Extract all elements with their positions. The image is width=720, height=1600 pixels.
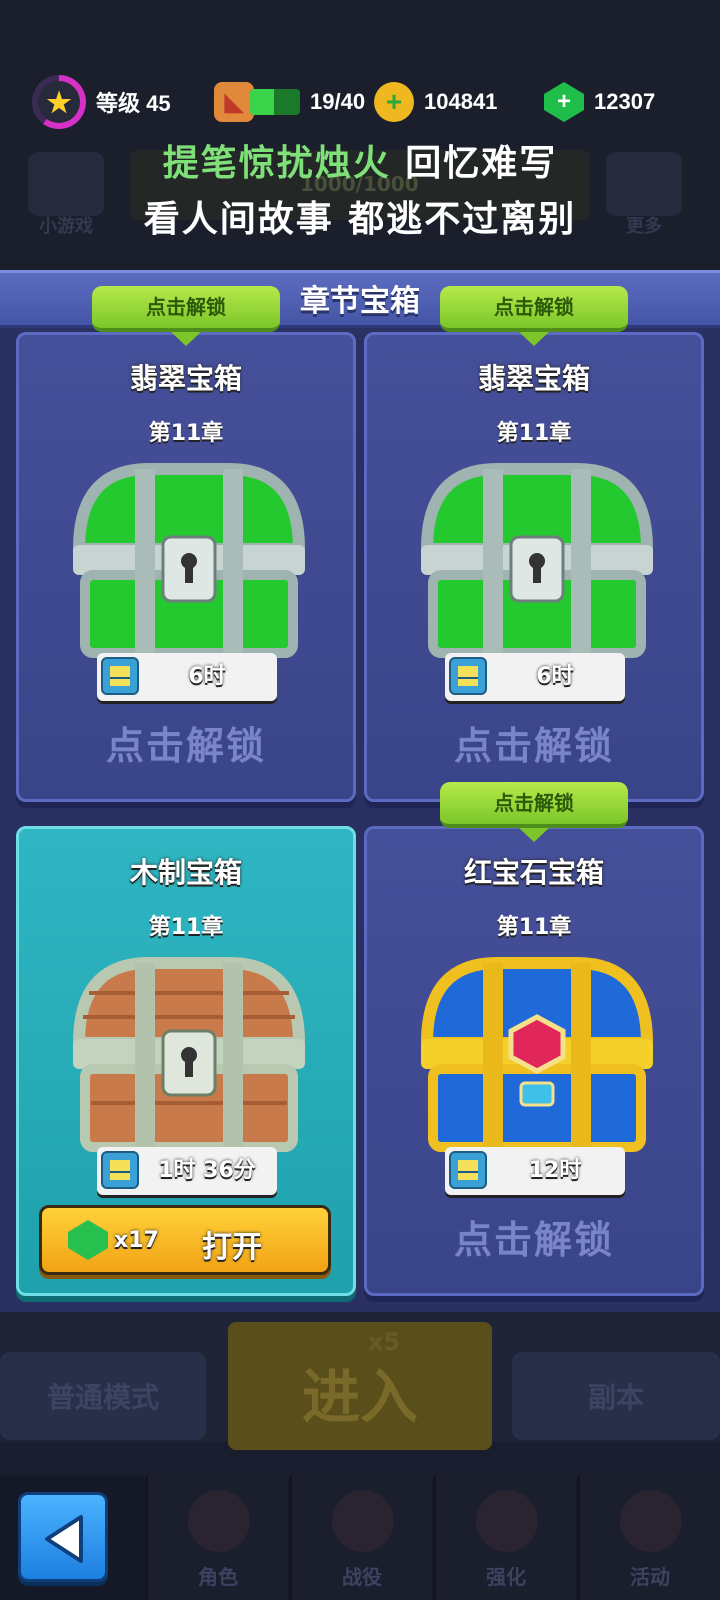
unlock-ribbon-1[interactable]: 点击解锁	[92, 286, 280, 346]
level-text: 等级 45	[96, 91, 171, 116]
chest-card-emerald-1[interactable]: 翡翠宝箱 第11章 6时 点击解锁	[16, 332, 356, 802]
unlock-text: 点击解锁	[453, 724, 614, 768]
bottom-nav: 角色 战役 强化 活动	[0, 1476, 720, 1600]
back-button[interactable]	[18, 1492, 108, 1582]
nav-events[interactable]: 活动	[578, 1476, 720, 1600]
campaign-icon	[332, 1490, 394, 1552]
chest-chapter: 第11章	[148, 915, 224, 940]
coin-text: 104841	[424, 89, 498, 114]
enter-cost: x5	[368, 1328, 401, 1356]
unlock-text: 点击解锁	[453, 1218, 614, 1262]
hourglass-icon	[101, 657, 139, 695]
trophy-icon	[620, 1490, 682, 1552]
resource-bar: ★ 等级 45 ◣ 19/40 + 104841 + 12307	[0, 72, 720, 132]
nav-upgrade[interactable]: 强化	[434, 1476, 576, 1600]
energy-bar	[250, 89, 300, 115]
hourglass-icon	[449, 657, 487, 695]
open-chest-button[interactable]: x17 打开	[39, 1205, 331, 1275]
chest-card-wooden[interactable]: 木制宝箱 第11章 1时 36分 x17 打开	[16, 826, 356, 1296]
lyric-line-1: 提笔惊扰烛火 回忆难写	[0, 134, 720, 186]
nav-label: 活动	[630, 1565, 670, 1589]
star-icon: ★	[38, 81, 80, 123]
ruby-chest-icon	[420, 957, 654, 1152]
chest-card-emerald-2[interactable]: 翡翠宝箱 第11章 6时 点击解锁	[364, 332, 704, 802]
normal-mode-button[interactable]: 普通模式	[0, 1352, 206, 1440]
pizza-energy-icon: ◣	[214, 82, 254, 122]
chest-name: 翡翠宝箱	[129, 362, 242, 395]
timer-text: 6时	[188, 664, 226, 689]
chest-chapter: 第11章	[496, 421, 572, 446]
gem-plus-icon: +	[544, 82, 584, 122]
dungeon-button[interactable]: 副本	[512, 1352, 720, 1440]
timer-text: 6时	[536, 664, 574, 689]
energy-text: 19/40	[310, 89, 366, 114]
gem-counter[interactable]: + 12307	[544, 80, 655, 124]
chest-timer: 1时 36分	[97, 1147, 277, 1195]
emerald-chest-icon	[72, 463, 306, 658]
hourglass-icon	[101, 1151, 139, 1189]
timer-text: 1时 36分	[158, 1158, 256, 1183]
character-icon	[188, 1490, 250, 1552]
energy-counter[interactable]: ◣ 19/40	[214, 80, 365, 124]
chest-timer: 6时	[97, 653, 277, 701]
upgrade-icon	[476, 1490, 538, 1552]
energy-fill	[250, 89, 274, 115]
nav-character[interactable]: 角色	[146, 1476, 288, 1600]
player-level[interactable]: ★ 等级 45	[32, 75, 171, 129]
unlock-ribbon-4[interactable]: 点击解锁	[440, 782, 628, 842]
back-arrow-icon	[45, 1515, 83, 1563]
hourglass-icon	[449, 1151, 487, 1189]
enter-button[interactable]: x5 进入	[228, 1322, 492, 1450]
nav-label: 强化	[486, 1565, 526, 1589]
lyric-line-1-white: 回忆难写	[405, 143, 558, 184]
chest-timer: 12时	[445, 1147, 625, 1195]
chest-name: 红宝石宝箱	[463, 856, 604, 889]
chest-name: 翡翠宝箱	[477, 362, 590, 395]
chest-timer: 6时	[445, 653, 625, 701]
gem-text: 12307	[594, 89, 656, 114]
level-progress-ring: ★	[32, 75, 86, 129]
nav-campaign[interactable]: 战役	[290, 1476, 432, 1600]
coin-counter[interactable]: + 104841	[374, 80, 497, 124]
emerald-chest-icon	[420, 463, 654, 658]
unlock-ribbon-2[interactable]: 点击解锁	[440, 286, 628, 346]
open-label: 打开	[202, 1230, 262, 1265]
nav-label: 战役	[342, 1565, 382, 1589]
gem-icon	[68, 1220, 108, 1260]
lyric-line-1-green: 提笔惊扰烛火	[162, 143, 406, 184]
chest-name: 木制宝箱	[129, 856, 242, 889]
chest-chapter: 第11章	[496, 915, 572, 940]
unlock-text: 点击解锁	[105, 724, 266, 768]
wooden-chest-icon	[72, 957, 306, 1152]
timer-text: 12时	[528, 1158, 582, 1183]
chest-chapter: 第11章	[148, 421, 224, 446]
nav-label: 角色	[198, 1565, 238, 1589]
open-cost: x17	[114, 1228, 159, 1253]
enter-label: 进入	[301, 1363, 418, 1431]
chest-card-ruby[interactable]: 红宝石宝箱 第11章 12时 点击解锁	[364, 826, 704, 1296]
coin-plus-icon: +	[374, 82, 414, 122]
lyric-line-2: 看人间故事 都逃不过离别	[143, 199, 577, 240]
